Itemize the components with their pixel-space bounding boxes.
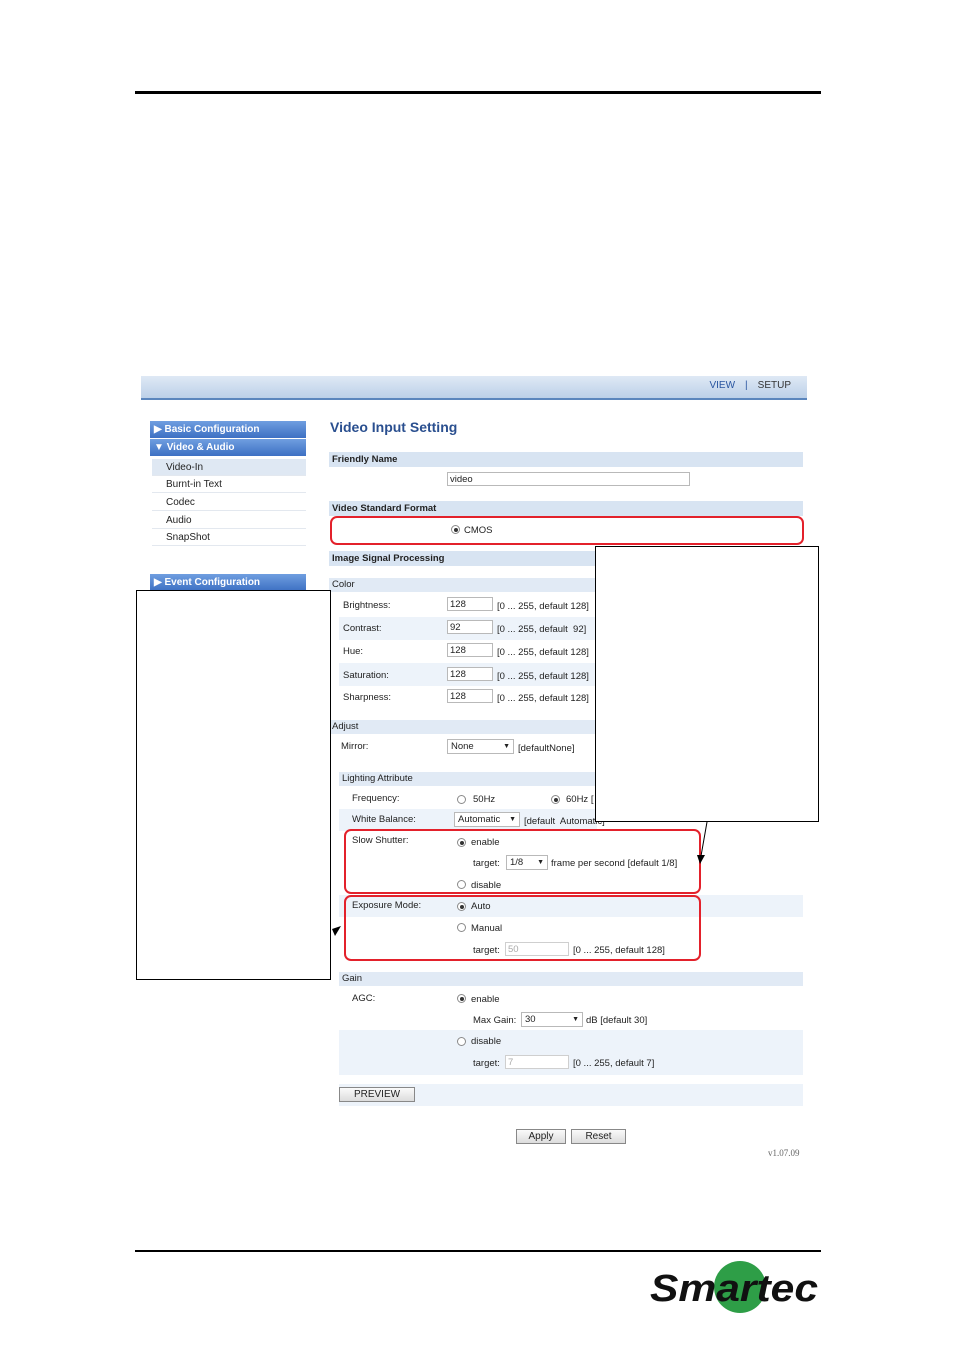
left-callout-arrowhead	[332, 926, 341, 936]
logo-icon: Smartec	[650, 1261, 818, 1313]
logo-text: Smartec	[650, 1268, 818, 1310]
smartec-logo: Smartec	[648, 1259, 820, 1320]
callout-arrows	[332, 821, 708, 936]
right-callout-arrow-line	[700, 821, 708, 857]
right-callout-arrowhead	[697, 855, 705, 864]
